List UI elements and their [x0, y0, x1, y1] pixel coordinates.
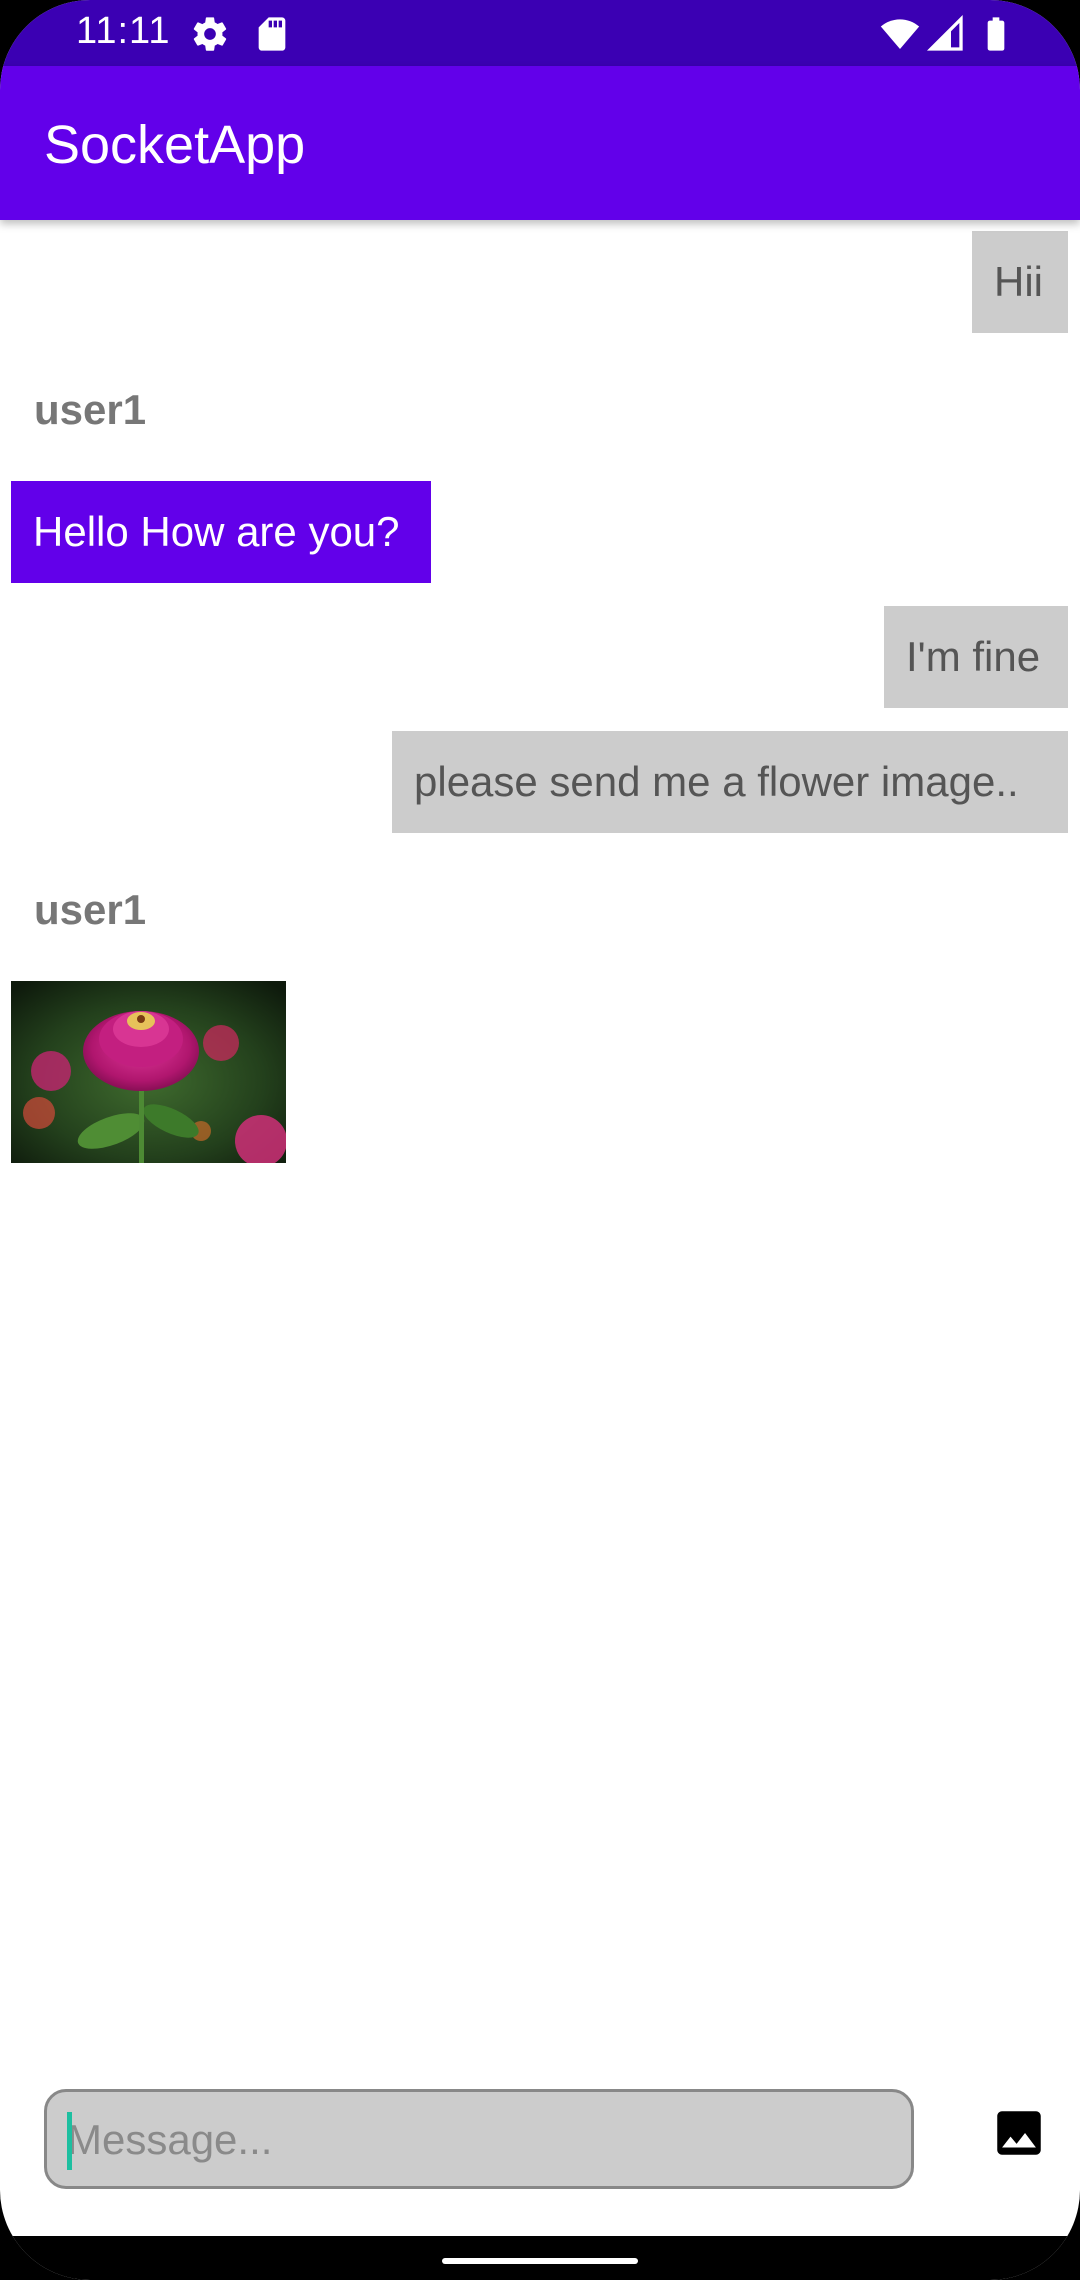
wifi-icon	[880, 14, 920, 54]
chat-list[interactable]: Hii user1 Hello How are you? I'm fine pl…	[0, 220, 1080, 2080]
message-bubble-sent[interactable]: Hii	[972, 231, 1068, 333]
message-text: Hello How are you?	[33, 508, 400, 555]
sender-name: user1	[34, 886, 147, 933]
image-icon[interactable]	[990, 2104, 1048, 2162]
sender-name: user1	[34, 386, 147, 433]
message-input[interactable]	[65, 2092, 899, 2188]
text-cursor	[67, 2112, 72, 2170]
message-bubble-sent[interactable]: please send me a flower image..	[392, 731, 1068, 833]
message-input-container[interactable]	[44, 2089, 914, 2189]
status-time: 11:11	[76, 10, 171, 52]
app-title: SocketApp	[44, 115, 306, 175]
home-gesture-handle[interactable]	[442, 2258, 638, 2264]
flower-image[interactable]	[11, 981, 287, 1167]
signal-icon	[926, 14, 966, 54]
navigation-bar	[0, 2236, 1080, 2280]
phone-screen: 11:11 SocketApp Hii user1 Hello How are …	[0, 0, 1080, 2280]
app-bar: SocketApp	[0, 66, 1080, 220]
status-bar: 11:11	[0, 0, 1080, 66]
message-text: Hii	[994, 258, 1043, 305]
battery-icon	[976, 14, 1016, 54]
message-bubble-received[interactable]: Hello How are you?	[11, 481, 431, 583]
settings-icon	[190, 14, 230, 54]
message-text: I'm fine	[906, 633, 1041, 680]
message-bubble-sent[interactable]: I'm fine	[884, 606, 1068, 708]
message-text: please send me a flower image..	[414, 758, 1019, 805]
sd-card-icon	[252, 14, 292, 54]
